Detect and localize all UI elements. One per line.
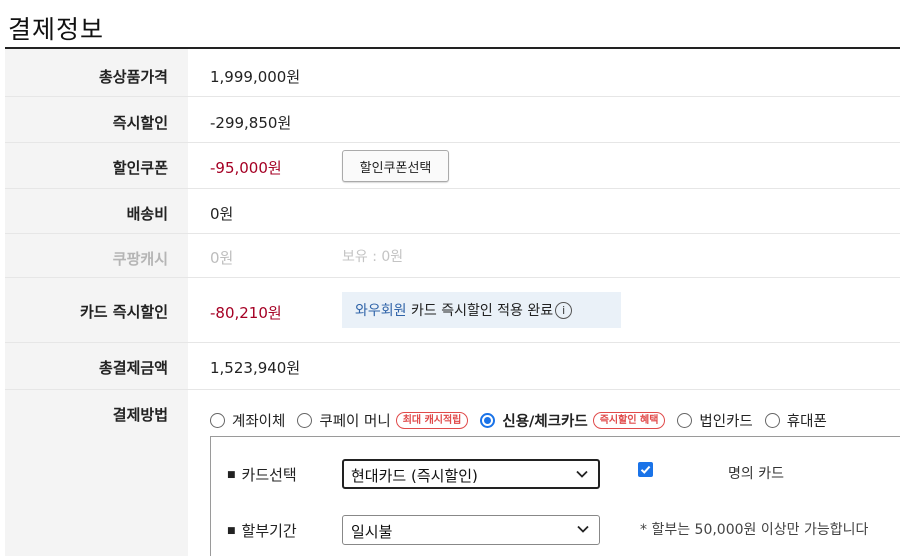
- wow-member-text: 와우회원: [355, 303, 407, 319]
- radio-icon[interactable]: [480, 412, 496, 428]
- installment-dropdown[interactable]: 일시불: [342, 515, 600, 545]
- payment-option-label: 계좌이체: [232, 413, 286, 430]
- checkbox-icon[interactable]: [638, 462, 653, 477]
- cash-balance-text: 보유 : 0원: [342, 249, 404, 265]
- row-divider: [5, 342, 900, 343]
- payment-option-label: 법인카드: [699, 413, 753, 430]
- total-price-value: 1,999,000원: [210, 68, 301, 86]
- instant-discount-label: 즉시할인: [112, 114, 168, 132]
- installment-label-text: 할부기간: [241, 522, 297, 540]
- payment-option-label: 신용/체크카드: [502, 413, 588, 430]
- card-discount-value: -80,210원: [210, 304, 282, 322]
- payment-method-options: 계좌이체 쿠페이 머니 최대 캐시적립 신용/체크카드 즉시할인 혜택 법인카드…: [210, 408, 839, 432]
- radio-icon[interactable]: [764, 412, 780, 428]
- radio-icon[interactable]: [297, 412, 313, 428]
- cash-reward-badge: 최대 캐시적립: [395, 411, 469, 429]
- wow-discount-notice: 와우회원 카드 즉시할인 적용 완료 i: [342, 292, 621, 328]
- payment-option-corporate-card[interactable]: 법인카드: [677, 410, 753, 431]
- installment-value: 일시불: [351, 523, 393, 541]
- coupang-cash-label: 쿠팡캐시: [112, 250, 168, 268]
- card-select-label: ■ 카드선택: [227, 466, 297, 484]
- chevron-down-icon: [576, 470, 588, 478]
- card-owner-name-field[interactable]: [658, 458, 722, 484]
- card-discount-label: 카드 즉시할인: [79, 303, 168, 321]
- info-icon[interactable]: i: [555, 302, 573, 319]
- total-payment-label: 총결제금액: [98, 359, 168, 377]
- payment-option-credit-card[interactable]: 신용/체크카드 즉시할인 혜택: [480, 410, 666, 431]
- installment-label: ■ 할부기간: [227, 522, 297, 540]
- instant-discount-badge: 즉시할인 혜택: [592, 411, 666, 429]
- installment-note: * 할부는 50,000원 이상만 가능합니다: [640, 522, 869, 538]
- coupon-discount-value: -95,000원: [210, 159, 282, 177]
- coupon-label: 할인쿠폰: [112, 159, 168, 177]
- select-coupon-button[interactable]: 할인쿠폰선택: [342, 150, 449, 182]
- radio-icon[interactable]: [677, 412, 693, 428]
- payment-option-mobile[interactable]: 휴대폰: [764, 410, 827, 431]
- card-select-value: 현대카드 (즉시할인): [351, 467, 478, 485]
- coupang-cash-value: 0원: [210, 249, 234, 267]
- page-title: 결제정보: [8, 15, 105, 44]
- chevron-down-icon: [577, 525, 589, 533]
- notice-text: 카드 즉시할인 적용 완료: [406, 303, 554, 319]
- row-divider: [5, 96, 900, 97]
- total-payment-value: 1,523,940원: [210, 359, 301, 377]
- row-divider: [5, 233, 900, 234]
- shipping-label: 배송비: [126, 205, 168, 223]
- row-divider: [5, 277, 900, 278]
- row-divider: [5, 188, 900, 189]
- card-owner-suffix: 명의 카드: [728, 466, 784, 482]
- card-select-dropdown[interactable]: 현대카드 (즉시할인): [342, 459, 600, 489]
- payment-option-coupay-money[interactable]: 쿠페이 머니 최대 캐시적립: [297, 410, 469, 431]
- row-divider: [5, 389, 900, 390]
- instant-discount-value: -299,850원: [210, 114, 292, 132]
- payment-method-label: 결제방법: [112, 406, 168, 424]
- card-select-label-text: 카드선택: [241, 466, 297, 484]
- total-price-label: 총상품가격: [98, 68, 168, 86]
- radio-icon[interactable]: [210, 412, 225, 428]
- row-divider: [5, 142, 900, 143]
- payment-option-bank-transfer[interactable]: 계좌이체: [210, 410, 285, 431]
- shipping-value: 0원: [210, 205, 234, 223]
- payment-option-label: 휴대폰: [786, 413, 827, 430]
- payment-option-label: 쿠페이 머니: [319, 413, 391, 430]
